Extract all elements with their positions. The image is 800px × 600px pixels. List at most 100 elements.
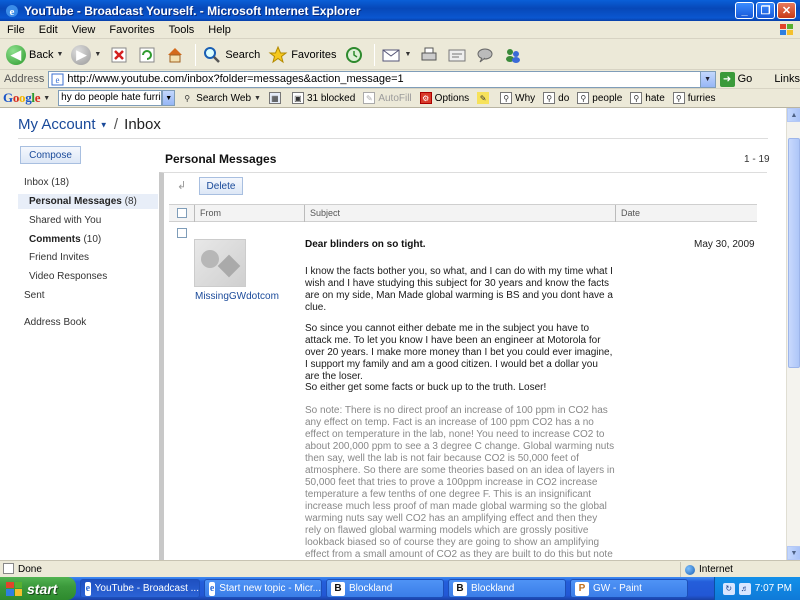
favorites-label: Favorites xyxy=(291,48,337,61)
stop-button[interactable] xyxy=(107,42,131,68)
chevron-down-icon[interactable]: ▼ xyxy=(254,95,261,102)
news-icon: ▦ xyxy=(268,92,281,104)
google-search-input[interactable]: hy do people hate furries xyxy=(58,90,163,106)
news-button[interactable]: ▦ xyxy=(268,92,284,104)
task-youtube[interactable]: e YouTube - Broadcast ... xyxy=(80,579,200,598)
address-input[interactable]: e http://www.youtube.com/inbox?folder=me… xyxy=(48,70,716,88)
edit-button[interactable] xyxy=(445,42,469,68)
compose-button[interactable]: Compose xyxy=(20,146,81,164)
task-label: Start new topic - Micr... xyxy=(219,583,321,594)
system-tray: ↻ ♬ 7:07 PM xyxy=(714,577,800,600)
highlighter-icon: ✎ xyxy=(477,92,490,104)
reply-arrow-icon: ↲ xyxy=(177,180,187,192)
avatar[interactable] xyxy=(194,239,246,287)
menu-file[interactable]: File xyxy=(0,24,32,36)
discuss-button[interactable] xyxy=(473,42,497,68)
refresh-icon xyxy=(139,47,155,62)
menu-help[interactable]: Help xyxy=(201,24,238,36)
chevron-down-icon[interactable]: ▼ xyxy=(94,51,101,58)
select-all-checkbox[interactable] xyxy=(177,208,187,218)
sidebar-item-count: (8) xyxy=(124,196,137,207)
search-term-furries[interactable]: ⚲ furries xyxy=(672,92,716,104)
home-button[interactable] xyxy=(163,42,187,68)
chevron-down-icon[interactable]: ▼ xyxy=(162,90,176,106)
search-term-do[interactable]: ⚲ do xyxy=(543,92,569,104)
go-button[interactable]: ➜ Go xyxy=(719,71,753,87)
sidebar-item-friend-invites[interactable]: Friend Invites xyxy=(29,252,89,263)
menu-favorites[interactable]: Favorites xyxy=(102,24,161,36)
vertical-scrollbar[interactable]: ▲ ▼ xyxy=(786,108,800,560)
ie-task-icon: e xyxy=(85,581,91,596)
divider xyxy=(18,138,768,139)
links-button[interactable]: Links xyxy=(774,73,800,85)
security-zone: Internet xyxy=(680,562,733,577)
menu-tools[interactable]: Tools xyxy=(162,24,202,36)
print-button[interactable] xyxy=(417,42,441,68)
highlight-button[interactable]: ✎ xyxy=(477,92,492,104)
task-blockland-2[interactable]: B Blockland xyxy=(448,579,566,598)
refresh-button[interactable] xyxy=(135,42,159,68)
chevron-down-icon[interactable]: ▼ xyxy=(100,121,108,130)
blockland-icon: B xyxy=(331,581,345,596)
search-web-button[interactable]: ⚲ Search Web ▼ xyxy=(181,92,261,104)
sidebar-item-video-responses[interactable]: Video Responses xyxy=(29,271,107,282)
search-term-label: hate xyxy=(645,92,665,104)
chevron-down-icon[interactable]: ▼ xyxy=(404,51,411,58)
minimize-button[interactable]: _ xyxy=(735,2,754,19)
sidebar-item-sent[interactable]: Sent xyxy=(24,290,45,301)
chevron-down-icon[interactable]: ▼ xyxy=(699,71,715,87)
scroll-thumb[interactable] xyxy=(788,138,800,368)
back-button[interactable]: ◀ Back ▼ xyxy=(4,42,65,68)
history-button[interactable] xyxy=(342,42,366,68)
search-web-label: Search Web xyxy=(196,92,251,104)
sidebar-item-personal-messages[interactable]: Personal Messages (8) xyxy=(18,194,158,209)
options-button[interactable]: ⚙ Options xyxy=(419,92,469,104)
column-date[interactable]: Date xyxy=(621,208,640,218)
chevron-down-icon[interactable]: ▼ xyxy=(43,95,50,102)
sidebar-item-comments[interactable]: Comments (10) xyxy=(29,234,101,245)
home-icon xyxy=(168,47,183,62)
volume-icon[interactable]: ♬ xyxy=(738,582,751,595)
scroll-up-icon[interactable]: ▲ xyxy=(787,108,800,122)
popup-blocker-button[interactable]: ▣ 31 blocked xyxy=(291,92,355,104)
star-icon xyxy=(268,45,288,63)
menu-edit[interactable]: Edit xyxy=(32,24,65,36)
task-blockland-1[interactable]: B Blockland xyxy=(326,579,444,598)
sidebar-item-shared[interactable]: Shared with You xyxy=(29,215,101,226)
sidebar-item-address-book[interactable]: Address Book xyxy=(24,317,86,328)
scroll-down-icon[interactable]: ▼ xyxy=(787,546,800,560)
search-term-why[interactable]: ⚲ Why xyxy=(500,92,535,104)
status-bar: Done Internet xyxy=(0,560,800,577)
column-from[interactable]: From xyxy=(200,208,221,218)
column-subject[interactable]: Subject xyxy=(310,208,340,218)
start-button[interactable]: start xyxy=(0,577,76,600)
sidebar-item-inbox[interactable]: Inbox (18) xyxy=(24,177,69,188)
chevron-down-icon[interactable]: ▼ xyxy=(56,51,63,58)
delete-button[interactable]: Delete xyxy=(199,177,243,195)
favorites-button[interactable]: Favorites xyxy=(266,42,338,68)
maximize-button[interactable]: ❐ xyxy=(756,2,775,19)
back-label: Back xyxy=(29,48,54,61)
search-term-hate[interactable]: ⚲ hate xyxy=(630,92,665,104)
pagination: 1 - 19 xyxy=(744,154,770,165)
tray-sync-icon[interactable]: ↻ xyxy=(722,582,735,595)
messenger-button[interactable] xyxy=(501,42,525,68)
forward-button[interactable]: ▶ ▼ xyxy=(69,42,103,68)
task-paint[interactable]: P GW - Paint xyxy=(570,579,688,598)
go-label: Go xyxy=(737,73,753,85)
history-icon xyxy=(346,46,363,63)
task-start-new-topic[interactable]: e Start new topic - Micr... xyxy=(204,579,322,598)
avatar-shape xyxy=(201,250,219,268)
menu-view[interactable]: View xyxy=(65,24,103,36)
close-button[interactable]: ✕ xyxy=(777,2,796,19)
inbox-sidebar: Inbox (18) Personal Messages (8) Shared … xyxy=(18,172,158,560)
search-term-people[interactable]: ⚲ people xyxy=(577,92,622,104)
google-logo[interactable]: Google xyxy=(3,90,41,106)
autofill-button[interactable]: ✎ AutoFill xyxy=(363,92,412,104)
sender-link[interactable]: MissingGWdotcom xyxy=(195,291,279,302)
my-account-link[interactable]: My Account xyxy=(18,116,96,133)
search-button[interactable]: Search xyxy=(200,42,262,68)
mail-button[interactable]: ▼ xyxy=(379,42,413,68)
message-checkbox[interactable] xyxy=(177,228,187,238)
window-title: YouTube - Broadcast Yourself. - Microsof… xyxy=(24,3,361,18)
